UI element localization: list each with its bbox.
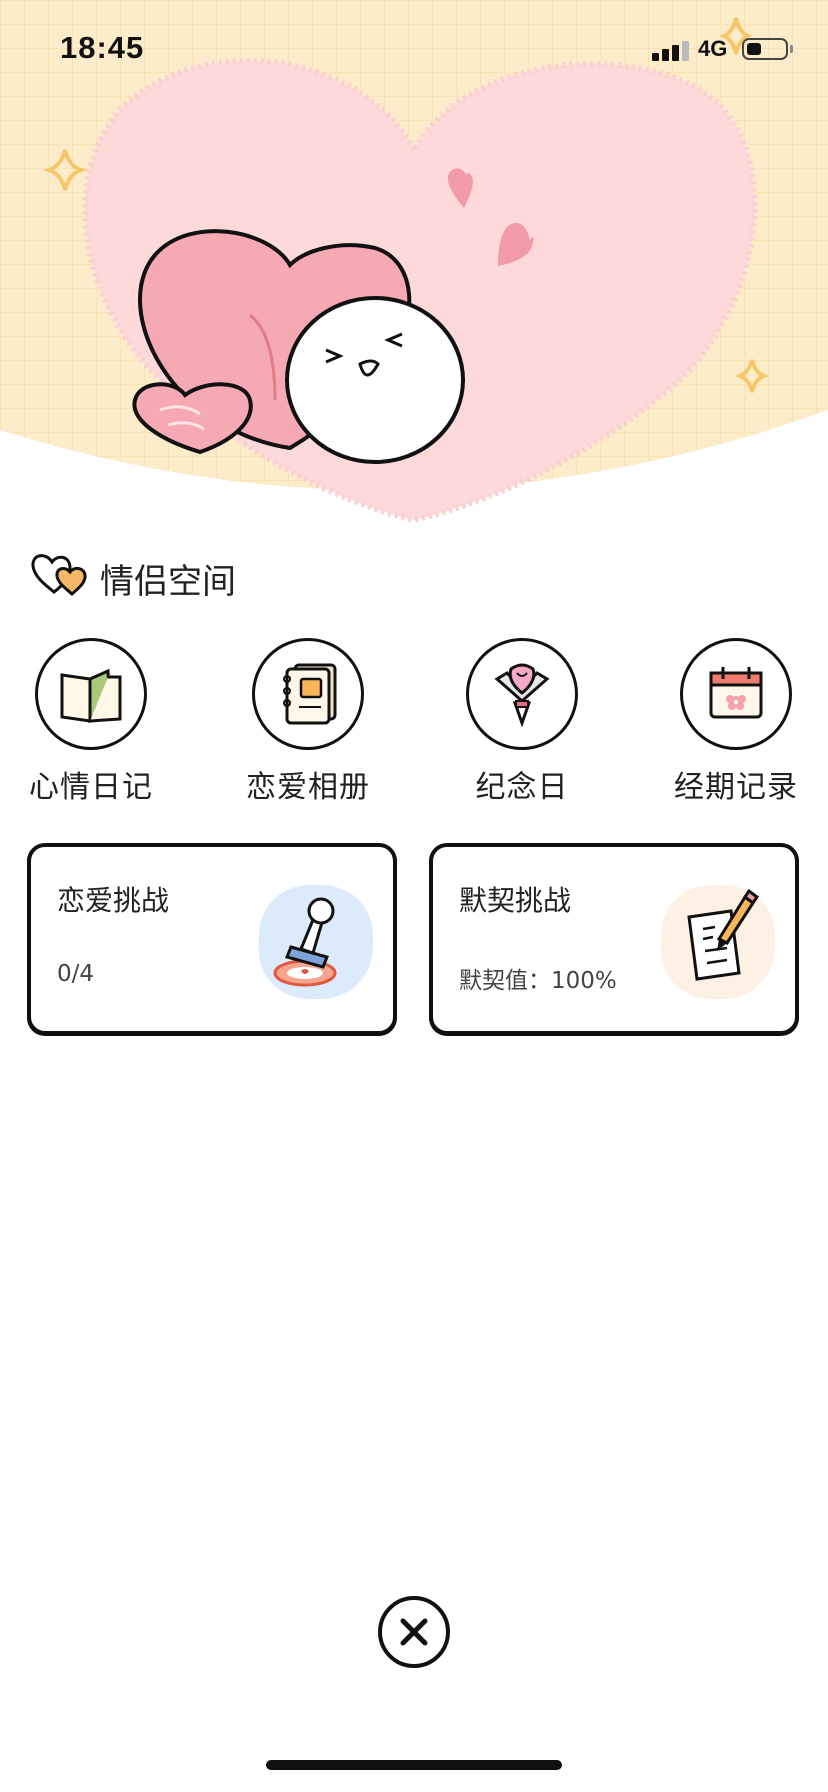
paper-pencil-icon: [660, 884, 776, 1000]
couple-space-screen: 18:45 4G 情侣空间 心情日记 恋爱相册 纪念日 经期记录 恋爱挑战 0/…: [0, 0, 828, 1792]
card-title: 默契挑战: [459, 884, 572, 917]
feature-mood-diary[interactable]: 心情日记: [6, 638, 176, 808]
hearts-icon: [31, 554, 87, 596]
home-indicator[interactable]: [266, 1760, 562, 1770]
status-time: 18:45: [60, 30, 145, 65]
feature-love-album[interactable]: 恋爱相册: [223, 638, 393, 808]
feature-anniversary[interactable]: 纪念日: [437, 638, 607, 808]
battery-icon: [742, 38, 788, 60]
feature-period-tracker[interactable]: 经期记录: [651, 638, 821, 808]
feature-icon-circle: [252, 638, 364, 750]
feature-label: 恋爱相册: [246, 770, 370, 805]
feature-icon-circle: [680, 638, 792, 750]
photo-album-icon: [283, 663, 337, 725]
feature-icon-circle: [35, 638, 147, 750]
close-button[interactable]: [378, 1596, 450, 1668]
feature-label: 心情日记: [29, 770, 153, 805]
card-tacit-value: 默契值：100%: [459, 968, 617, 994]
feature-icon-circle: [466, 638, 578, 750]
network-type: 4G: [698, 36, 728, 61]
close-icon: [400, 1618, 428, 1646]
status-bar: 18:45 4G: [0, 0, 828, 100]
battery-fill: [747, 43, 761, 55]
love-challenge-card[interactable]: 恋爱挑战 0/4: [27, 843, 397, 1035]
feature-label: 纪念日: [475, 770, 569, 805]
battery-cap: [790, 45, 793, 53]
bouquet-icon: [494, 663, 550, 728]
feature-grid: 心情日记 恋爱相册 纪念日 经期记录: [0, 638, 828, 808]
tacit-challenge-card[interactable]: 默契挑战 默契值：100%: [429, 843, 799, 1035]
cellular-signal-icon: [652, 39, 690, 61]
card-title: 恋爱挑战: [57, 884, 170, 917]
feature-label: 经期记录: [674, 770, 798, 805]
stamp-icon: [258, 884, 374, 1000]
section-title: 情侣空间: [100, 562, 236, 602]
card-progress: 0/4: [57, 961, 95, 987]
calendar-icon: [709, 667, 763, 719]
diary-book-icon: [60, 668, 122, 724]
